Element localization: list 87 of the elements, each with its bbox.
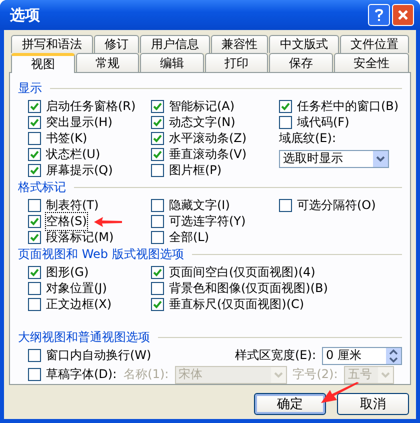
tab[interactable]: 保存 (269, 53, 332, 73)
field-label: 名称(1): (124, 366, 169, 383)
checkbox-label: 全部(L) (168, 229, 210, 246)
cancel-button[interactable]: 取消 (337, 393, 409, 415)
checkbox-label: 垂直标尺(仅页面视图)(C) (168, 296, 306, 313)
tab[interactable]: 用户信息 (140, 35, 210, 53)
checkbox[interactable] (28, 368, 41, 381)
checkbox-label: 屏幕提示(Q) (45, 162, 114, 179)
checkbox-label: 图片框(P) (168, 162, 223, 179)
tab[interactable]: 文件位置 (340, 35, 409, 53)
tab[interactable]: 中文版式 (269, 35, 338, 53)
section-title: 格式标记 (18, 179, 66, 196)
checkbox-label: 空格(S) (45, 212, 88, 231)
field-label: 样式区宽度(E): (235, 347, 316, 364)
checkbox[interactable] (28, 100, 41, 113)
checkbox-label: 可选连字符(Y) (168, 213, 247, 230)
tab[interactable]: 常规 (76, 53, 139, 73)
checkbox[interactable] (279, 100, 292, 113)
checkbox-label: 启动任务窗格(R) (45, 98, 137, 115)
checkbox-label: 图形(G) (45, 264, 90, 281)
help-icon (373, 8, 385, 22)
ok-button[interactable]: 确定 (254, 393, 326, 415)
checkbox[interactable] (28, 132, 41, 145)
checkbox-label: 草稿字体(D): (45, 366, 118, 383)
tab[interactable]: 兼容性 (210, 35, 268, 53)
checkbox-label: 动态文字(N) (168, 114, 236, 131)
checkbox[interactable] (28, 282, 41, 295)
window-title: 选项 (10, 6, 41, 24)
checkbox-label: 域代码(F) (296, 114, 350, 131)
checkbox[interactable] (28, 266, 41, 279)
checkbox[interactable] (151, 100, 164, 113)
checkbox[interactable] (28, 298, 41, 311)
chevron-down-icon (376, 156, 385, 162)
checkbox-label: 页面间空白(仅页面视图)(4) (168, 264, 316, 281)
checkbox[interactable] (151, 282, 164, 295)
checkbox-label: 制表符(T) (45, 197, 100, 214)
checkbox-label: 书签(K) (45, 130, 88, 147)
tab[interactable]: 视图 (11, 53, 74, 73)
section-title: 显示 (18, 80, 42, 97)
checkbox[interactable] (151, 132, 164, 145)
checkbox-label: 正文边框(X) (45, 296, 113, 313)
spinner-field[interactable]: 0 厘米 (322, 346, 402, 364)
checkbox[interactable] (28, 349, 41, 362)
dropdown[interactable]: 选取时显示 (279, 150, 389, 168)
checkbox[interactable] (151, 199, 164, 212)
checkbox-label: 状态栏(U) (45, 146, 102, 163)
checkbox-label: 段落标记(M) (45, 229, 115, 246)
checkbox-label: 任务栏中的窗口(B) (296, 98, 400, 115)
checkbox[interactable] (28, 148, 41, 161)
field-label: 字号(2): (292, 366, 338, 383)
spinner-arrows-icon (389, 348, 398, 362)
close-icon (397, 9, 409, 21)
checkbox-label: 隐藏文字(I) (168, 197, 231, 214)
checkbox[interactable] (151, 231, 164, 244)
checkbox[interactable] (151, 148, 164, 161)
checkbox[interactable] (151, 298, 164, 311)
checkbox[interactable] (151, 215, 164, 228)
checkbox[interactable] (151, 116, 164, 129)
checkbox[interactable] (279, 199, 292, 212)
checkbox-label: 水平滚动条(Z) (168, 130, 248, 147)
section-title: 大纲视图和普通视图选项 (18, 329, 150, 346)
close-button[interactable] (392, 4, 414, 26)
tab[interactable]: 拼写和语法 (11, 35, 92, 53)
field-label: 域底纹(E): (279, 130, 337, 147)
help-button[interactable] (368, 4, 390, 26)
checkbox-label: 智能标记(A) (168, 98, 236, 115)
checkbox[interactable] (28, 199, 41, 212)
chevron-down-icon (380, 372, 390, 378)
checkbox[interactable] (28, 164, 41, 177)
tab[interactable]: 修订 (94, 35, 139, 53)
checkbox[interactable] (279, 116, 292, 129)
checkbox-label: 可选分隔符(O) (296, 197, 377, 214)
checkbox-label: 窗口内自动换行(W) (45, 347, 152, 364)
tab[interactable]: 编辑 (140, 53, 204, 73)
tab[interactable]: 安全性 (334, 53, 409, 73)
checkbox[interactable] (151, 164, 164, 177)
checkbox[interactable] (151, 266, 164, 279)
chevron-down-icon (274, 372, 283, 378)
checkbox[interactable] (28, 215, 41, 228)
checkbox-label: 对象位置(J) (45, 280, 108, 297)
checkbox[interactable] (28, 231, 41, 244)
checkbox-label: 突出显示(H) (45, 114, 114, 131)
section-title: 页面视图和 Web 版式视图选项 (18, 246, 184, 263)
checkbox[interactable] (28, 116, 41, 129)
checkbox-label: 垂直滚动条(V) (168, 146, 248, 163)
checkbox-label: 背景色和图像(仅页面视图)(B) (168, 280, 329, 297)
tab[interactable]: 打印 (204, 53, 268, 73)
